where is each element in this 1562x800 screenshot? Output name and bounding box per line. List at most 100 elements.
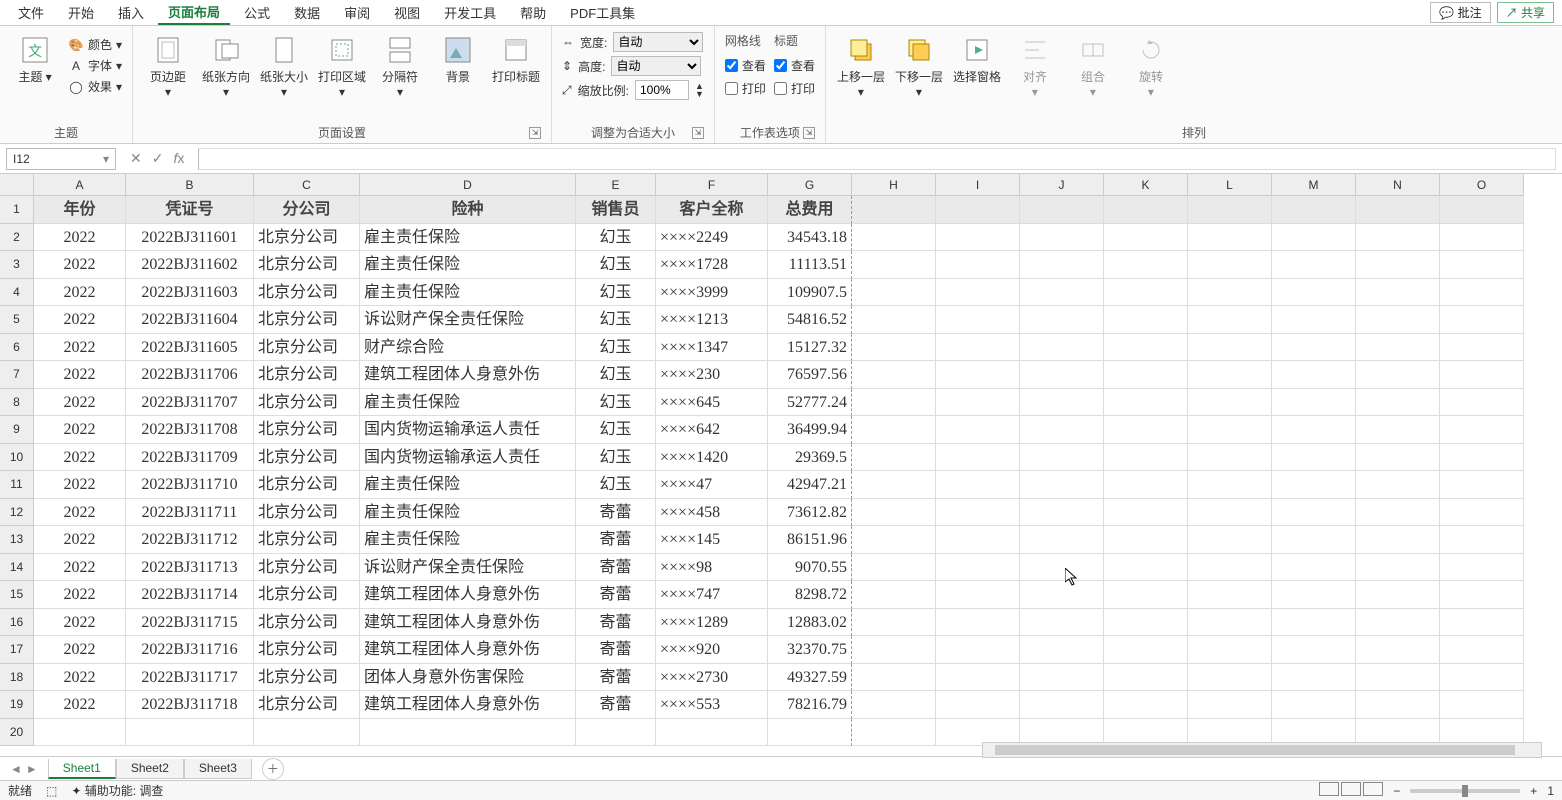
cell[interactable]	[936, 554, 1020, 582]
cell[interactable]	[936, 389, 1020, 417]
share-button[interactable]: ↗ 共享	[1497, 2, 1554, 23]
cell[interactable]: 2022BJ311711	[126, 499, 254, 527]
cell[interactable]	[1104, 361, 1188, 389]
cell[interactable]	[1356, 471, 1440, 499]
menu-文件[interactable]: 文件	[8, 1, 54, 24]
cell[interactable]	[936, 636, 1020, 664]
cell[interactable]	[1356, 389, 1440, 417]
cell[interactable]	[1104, 526, 1188, 554]
cell[interactable]: 国内货物运输承运人责任	[360, 444, 576, 472]
col-header-D[interactable]: D	[360, 174, 576, 196]
cell[interactable]	[1272, 554, 1356, 582]
cell[interactable]	[1188, 444, 1272, 472]
cell[interactable]	[1440, 636, 1524, 664]
cell[interactable]	[1440, 334, 1524, 362]
row-header-1[interactable]: 1	[0, 196, 34, 224]
cell[interactable]: 北京分公司	[254, 306, 360, 334]
cell[interactable]	[1188, 554, 1272, 582]
cell[interactable]: 北京分公司	[254, 691, 360, 719]
cell[interactable]	[936, 279, 1020, 307]
cell[interactable]: 86151.96	[768, 526, 852, 554]
theme-effects-button[interactable]: ◯效果 ▾	[68, 78, 122, 95]
cell[interactable]	[852, 251, 936, 279]
selection-pane-button[interactable]: 选择窗格	[952, 30, 1002, 85]
cell[interactable]: 客户全称	[656, 196, 768, 224]
cell[interactable]: 2022	[34, 554, 126, 582]
cell[interactable]	[1272, 361, 1356, 389]
col-header-G[interactable]: G	[768, 174, 852, 196]
row-header-11[interactable]: 11	[0, 471, 34, 499]
cell[interactable]: 北京分公司	[254, 499, 360, 527]
menu-页面布局[interactable]: 页面布局	[158, 0, 230, 25]
cell[interactable]: 78216.79	[768, 691, 852, 719]
cell[interactable]: 2022	[34, 279, 126, 307]
print-titles-button[interactable]: 打印标题	[491, 30, 541, 85]
cell[interactable]	[1356, 251, 1440, 279]
cell[interactable]: 2022	[34, 664, 126, 692]
cell[interactable]: 团体人身意外伤害保险	[360, 664, 576, 692]
cell[interactable]	[1356, 224, 1440, 252]
background-button[interactable]: 背景	[433, 30, 483, 85]
cell[interactable]: 诉讼财产保全责任保险	[360, 306, 576, 334]
cell[interactable]	[1020, 471, 1104, 499]
cell[interactable]: 8298.72	[768, 581, 852, 609]
menu-视图[interactable]: 视图	[384, 1, 430, 24]
cell[interactable]: 寄蕾	[576, 581, 656, 609]
cell[interactable]	[1356, 444, 1440, 472]
cell[interactable]	[936, 664, 1020, 692]
cell[interactable]: 北京分公司	[254, 416, 360, 444]
cell[interactable]	[936, 581, 1020, 609]
cell[interactable]	[852, 471, 936, 499]
cell[interactable]	[1440, 306, 1524, 334]
cell[interactable]	[852, 526, 936, 554]
cell[interactable]	[1188, 636, 1272, 664]
cell[interactable]: 2022	[34, 471, 126, 499]
cell[interactable]: 2022	[34, 361, 126, 389]
row-header-13[interactable]: 13	[0, 526, 34, 554]
sheet-nav[interactable]: ◄►	[0, 762, 48, 776]
cell[interactable]: 76597.56	[768, 361, 852, 389]
cell[interactable]: 幻玉	[576, 444, 656, 472]
row-header-2[interactable]: 2	[0, 224, 34, 252]
cell[interactable]	[1020, 224, 1104, 252]
cell[interactable]: 雇主责任保险	[360, 251, 576, 279]
cell[interactable]	[852, 389, 936, 417]
cell[interactable]: 寄蕾	[576, 691, 656, 719]
horizontal-scrollbar[interactable]	[982, 742, 1542, 758]
cell[interactable]	[1356, 196, 1440, 224]
cell[interactable]: 寄蕾	[576, 499, 656, 527]
name-box[interactable]: I12▾	[6, 148, 116, 170]
cell[interactable]	[852, 224, 936, 252]
cell[interactable]	[1440, 581, 1524, 609]
cell[interactable]	[1020, 664, 1104, 692]
cell[interactable]: 2022	[34, 389, 126, 417]
cell[interactable]: 寄蕾	[576, 664, 656, 692]
cell[interactable]: 北京分公司	[254, 581, 360, 609]
cell[interactable]	[852, 554, 936, 582]
cell[interactable]	[1272, 306, 1356, 334]
cell[interactable]	[936, 251, 1020, 279]
cell[interactable]	[1272, 251, 1356, 279]
col-header-O[interactable]: O	[1440, 174, 1524, 196]
cell[interactable]	[852, 499, 936, 527]
cell[interactable]	[1188, 361, 1272, 389]
cell[interactable]: ××××47	[656, 471, 768, 499]
cell[interactable]: 幻玉	[576, 306, 656, 334]
menu-帮助[interactable]: 帮助	[510, 1, 556, 24]
cell[interactable]: 2022BJ311707	[126, 389, 254, 417]
cell[interactable]: 凭证号	[126, 196, 254, 224]
cell[interactable]	[1188, 334, 1272, 362]
cell[interactable]	[1104, 554, 1188, 582]
col-header-A[interactable]: A	[34, 174, 126, 196]
row-header-16[interactable]: 16	[0, 609, 34, 637]
cell[interactable]	[1020, 609, 1104, 637]
cell[interactable]	[1440, 664, 1524, 692]
menu-开发工具[interactable]: 开发工具	[434, 1, 506, 24]
cell[interactable]: 2022BJ311706	[126, 361, 254, 389]
theme-colors-button[interactable]: 🎨颜色 ▾	[68, 36, 122, 53]
cell[interactable]: 建筑工程团体人身意外伤	[360, 636, 576, 664]
cell[interactable]: 52777.24	[768, 389, 852, 417]
cell[interactable]	[1020, 581, 1104, 609]
cell[interactable]	[1272, 389, 1356, 417]
cell[interactable]	[936, 306, 1020, 334]
